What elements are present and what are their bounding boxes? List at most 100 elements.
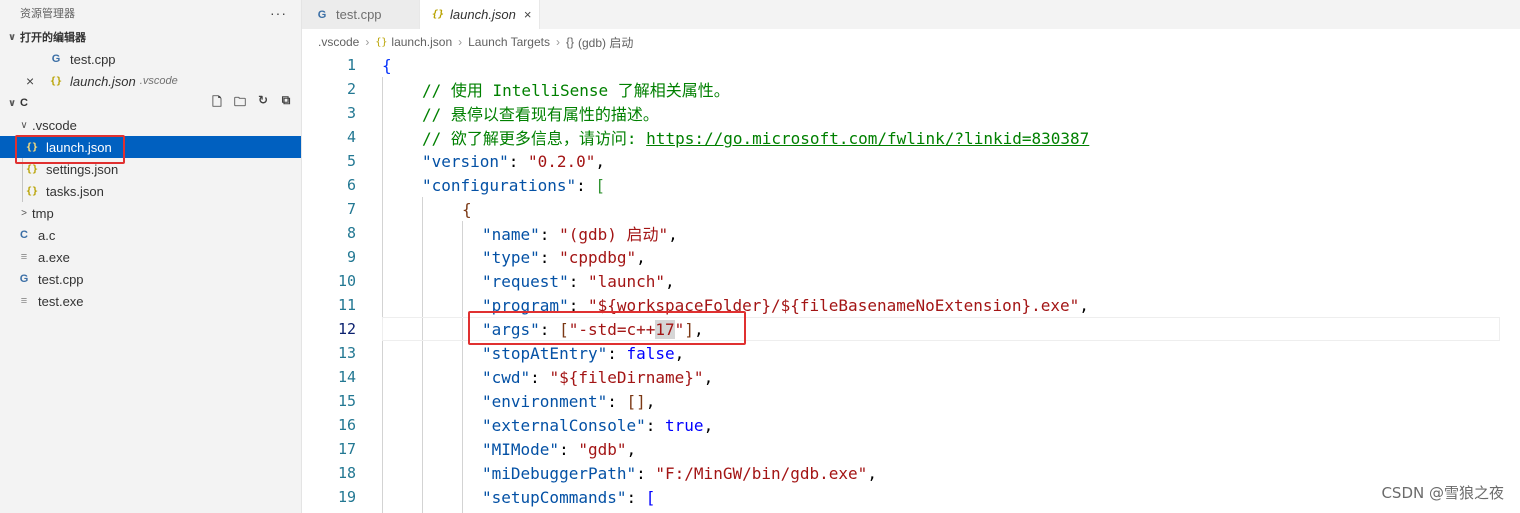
code-text: "version": "0.2.0", <box>422 151 606 171</box>
line-number: 9 <box>346 248 356 266</box>
code-text: { <box>462 199 472 219</box>
close-icon[interactable]: × <box>26 73 42 89</box>
tree-item-label: launch.json <box>46 139 112 155</box>
tree-item-label: a.exe <box>38 249 70 265</box>
selected-text: 17 <box>655 319 675 339</box>
code-line: 13 "stopAtEntry": false, <box>302 341 1520 365</box>
chevron-right-icon: > <box>21 207 27 219</box>
line-number: 11 <box>337 296 356 314</box>
line-number: 1 <box>346 56 356 74</box>
code-line: 4 // 欲了解更多信息，请访问: https://go.microsoft.c… <box>302 125 1520 149</box>
line-number: 12 <box>337 320 356 338</box>
tree-item-label: tasks.json <box>46 183 104 199</box>
line-number: 16 <box>337 416 356 434</box>
code-line: 18 "miDebuggerPath": "F:/MinGW/bin/gdb.e… <box>302 461 1520 485</box>
folder-actions: 🗋 🗀 ↻ ⧉ <box>210 93 293 114</box>
json-file-icon: {} <box>25 141 39 153</box>
code-line-current: 12 "args": ["-std=c++17"], <box>302 317 1520 341</box>
code-text: "setupCommands": [ <box>482 487 656 507</box>
chevron-right-icon: › <box>458 35 463 49</box>
code-text: // 欲了解更多信息，请访问: https://go.microsoft.com… <box>422 129 1090 148</box>
code-text: "stopAtEntry": false, <box>482 343 685 363</box>
line-number: 18 <box>337 464 356 482</box>
open-editor-name: test.cpp <box>70 51 116 67</box>
code-line: 17 "MIMode": "gdb", <box>302 437 1520 461</box>
tree-item-launch-json[interactable]: {} launch.json <box>0 136 301 158</box>
code-text: "request": "launch", <box>482 271 675 291</box>
code-text: "miDebuggerPath": "F:/MinGW/bin/gdb.exe"… <box>482 463 877 483</box>
new-file-icon[interactable]: 🗋 <box>210 93 224 114</box>
code-line: 5 "version": "0.2.0", <box>302 149 1520 173</box>
tree-item-label: tmp <box>32 205 54 221</box>
braces-icon: {} <box>565 35 574 49</box>
breadcrumb-item[interactable]: launch.json <box>391 35 452 49</box>
breadcrumb-item[interactable]: .vscode <box>318 35 359 49</box>
chevron-right-icon: › <box>555 35 560 49</box>
tree-item-tasks-json[interactable]: {} tasks.json <box>0 180 301 202</box>
code-text: { <box>382 55 392 75</box>
chevron-down-icon: ∨ <box>7 31 17 43</box>
code-text: "program": "${workspaceFolder}/${fileBas… <box>482 295 1089 315</box>
code-editor[interactable]: 1 { 2 // 使用 IntelliSense 了解相关属性。 3 // 悬停… <box>302 53 1520 513</box>
code-line: 6 "configurations": [ <box>302 173 1520 197</box>
open-editor-item[interactable]: × {} launch.json .vscode <box>0 70 301 92</box>
breadcrumb-item[interactable]: (gdb) 启动 <box>578 34 633 51</box>
code-line: 8 "name": "(gdb) 启动", <box>302 221 1520 245</box>
collapse-all-icon[interactable]: ⧉ <box>279 93 293 114</box>
code-text: // 使用 IntelliSense 了解相关属性。 <box>422 81 730 100</box>
code-line: 11 "program": "${workspaceFolder}/${file… <box>302 293 1520 317</box>
open-editors-section[interactable]: ∨ 打开的编辑器 <box>0 26 301 48</box>
chevron-right-icon: › <box>365 35 370 49</box>
tree-item-test-exe[interactable]: ≡ test.exe <box>0 290 301 312</box>
folder-section-c[interactable]: ∨ C 🗋 🗀 ↻ ⧉ <box>0 92 301 114</box>
line-number: 6 <box>346 176 356 194</box>
code-line: 3 // 悬停以查看现有属性的描述。 <box>302 101 1520 125</box>
tab-test-cpp[interactable]: G test.cpp <box>302 0 420 29</box>
code-line: 1 { <box>302 53 1520 77</box>
exe-file-icon: ≡ <box>20 295 28 307</box>
breadcrumb-item[interactable]: Launch Targets <box>468 35 550 49</box>
json-file-icon: {} <box>49 75 63 87</box>
code-text: // 悬停以查看现有属性的描述。 <box>422 105 659 124</box>
line-number: 3 <box>346 104 356 122</box>
tree-item-a-exe[interactable]: ≡ a.exe <box>0 246 301 268</box>
explorer-title: 资源管理器 <box>20 8 75 20</box>
line-number: 5 <box>346 152 356 170</box>
code-line: 16 "externalConsole": true, <box>302 413 1520 437</box>
explorer-header: 资源管理器 ··· <box>0 0 301 26</box>
cpp-file-icon: G <box>51 53 61 65</box>
tab-launch-json[interactable]: {} launch.json × <box>420 0 540 29</box>
code-text: "type": "cppdbg", <box>482 247 646 267</box>
line-number: 15 <box>337 392 356 410</box>
tree-item-settings-json[interactable]: {} settings.json <box>0 158 301 180</box>
line-number: 10 <box>337 272 356 290</box>
tree-folder-tmp[interactable]: > tmp <box>0 202 301 224</box>
code-line: 2 // 使用 IntelliSense 了解相关属性。 <box>302 77 1520 101</box>
close-icon[interactable]: × <box>524 7 532 22</box>
refresh-icon[interactable]: ↻ <box>256 93 270 114</box>
tree-item-label: test.exe <box>38 293 84 309</box>
code-line: 9 "type": "cppdbg", <box>302 245 1520 269</box>
code-line: 14 "cwd": "${fileDirname}", <box>302 365 1520 389</box>
code-line: 15 "environment": [], <box>302 389 1520 413</box>
more-actions-icon[interactable]: ··· <box>270 5 287 21</box>
line-number: 7 <box>346 200 356 218</box>
chevron-down-icon: ∨ <box>20 119 28 131</box>
json-file-icon: {} <box>432 9 445 20</box>
editor-tabs: G test.cpp {} launch.json × <box>302 0 1520 29</box>
tree-item-test-cpp[interactable]: G test.cpp <box>0 268 301 290</box>
exe-file-icon: ≡ <box>20 251 28 263</box>
code-line: 19 "setupCommands": [ <box>302 485 1520 509</box>
line-number: 19 <box>337 488 356 506</box>
open-editor-item[interactable]: G test.cpp <box>0 48 301 70</box>
code-text: "environment": [], <box>482 391 656 411</box>
tree-item-label: a.c <box>38 227 56 243</box>
tree-item-a-c[interactable]: C a.c <box>0 224 301 246</box>
tree-item-label: .vscode <box>32 117 77 133</box>
tree-folder-vscode[interactable]: ∨ .vscode <box>0 114 301 136</box>
json-file-icon: {} <box>25 185 39 197</box>
docs-link[interactable]: https://go.microsoft.com/fwlink/?linkid=… <box>646 129 1089 148</box>
new-folder-icon[interactable]: 🗀 <box>233 93 247 114</box>
explorer-sidebar: 资源管理器 ··· ∨ 打开的编辑器 G test.cpp × {} launc… <box>0 0 302 513</box>
watermark: CSDN @雪狼之夜 <box>1381 484 1504 502</box>
